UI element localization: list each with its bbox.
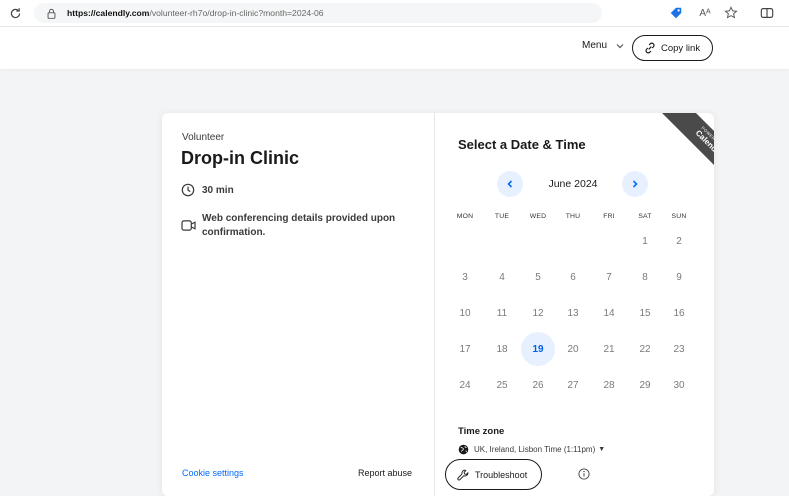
event-duration: 30 min: [181, 183, 234, 197]
calendar-day: 12: [532, 307, 544, 319]
calendar-day: 14: [603, 307, 615, 319]
calendar-day: 4: [499, 271, 505, 283]
chevron-left-icon: [507, 180, 513, 188]
event-details-panel: Volunteer Drop-in Clinic 30 min Web conf…: [162, 113, 435, 496]
menu-dropdown[interactable]: Menu: [582, 40, 625, 51]
troubleshoot-button[interactable]: Troubleshoot: [445, 459, 542, 490]
calendar-day: 24: [459, 379, 471, 391]
calendar-day: 9: [676, 271, 682, 283]
troubleshoot-label: Troubleshoot: [475, 469, 528, 480]
calendar-day: 30: [673, 379, 685, 391]
caret-down-icon: ▼: [598, 446, 606, 453]
weekday-header: THU: [565, 213, 581, 220]
calendar-day: 29: [639, 379, 651, 391]
video-camera-icon: [181, 220, 196, 231]
calendar-day: 21: [603, 343, 615, 355]
calendar-day: 22: [639, 343, 651, 355]
page-header: Menu Copy link: [0, 27, 789, 69]
url-path: /volunteer-rh7o/drop-in-clinic?month=202…: [149, 8, 324, 18]
calendar-day: 10: [459, 307, 471, 319]
duration-text: 30 min: [202, 184, 234, 196]
calendar-day: 20: [567, 343, 579, 355]
timezone-label: Time zone: [458, 426, 505, 437]
reload-icon[interactable]: [6, 4, 24, 22]
weekday-header: MON: [456, 213, 474, 220]
previous-month-button[interactable]: [497, 171, 523, 197]
report-abuse-link[interactable]: Report abuse: [358, 468, 412, 478]
chevron-right-icon: [632, 180, 638, 188]
tag-icon[interactable]: [668, 5, 684, 21]
info-icon[interactable]: [578, 468, 590, 480]
calendar-day: 18: [496, 343, 508, 355]
weekday-header: FRI: [603, 213, 615, 220]
copy-link-button[interactable]: Copy link: [632, 35, 713, 61]
badge-band: POWERED BY Calendly: [654, 113, 714, 191]
calendar-day: 17: [459, 343, 471, 355]
calendar-day: 1: [642, 235, 648, 247]
calendar-day-available[interactable]: 19: [521, 332, 555, 366]
split-screen-icon[interactable]: [759, 5, 775, 21]
url-text: https://calendly.com/volunteer-rh7o/drop…: [67, 8, 324, 18]
badge-brand: Calendly: [693, 128, 714, 159]
globe-icon: [458, 444, 469, 455]
menu-label: Menu: [582, 40, 608, 51]
timezone-selector[interactable]: UK, Ireland, Lisbon Time (1:11pm) ▼: [458, 444, 605, 455]
copy-link-label: Copy link: [661, 42, 701, 54]
calendar-day: 25: [496, 379, 508, 391]
scheduler-title: Select a Date & Time: [458, 137, 586, 152]
calendar-day: 15: [639, 307, 651, 319]
calendar-day: 28: [603, 379, 615, 391]
calendar-day: 7: [606, 271, 612, 283]
event-title: Drop-in Clinic: [181, 148, 299, 168]
calendar-day: 27: [567, 379, 579, 391]
event-host: Volunteer: [182, 132, 225, 143]
calendar-day: 6: [570, 271, 576, 283]
calendar-day: 26: [532, 379, 544, 391]
weekday-header: SAT: [638, 213, 652, 220]
read-aloud-icon[interactable]: Aᴬ: [697, 5, 713, 21]
calendar-day: 16: [673, 307, 685, 319]
calendar-day: 2: [676, 235, 682, 247]
next-month-button[interactable]: [622, 171, 648, 197]
weekday-header: TUE: [494, 213, 510, 220]
chevron-down-icon: [616, 43, 624, 48]
calendar-day: 13: [567, 307, 579, 319]
troubleshoot-area: Troubleshoot: [435, 459, 595, 496]
calendar-day: 3: [462, 271, 468, 283]
calendar-day: 11: [496, 307, 508, 319]
star-icon[interactable]: [723, 5, 739, 21]
link-icon: [645, 42, 655, 54]
timezone-value: UK, Ireland, Lisbon Time (1:11pm): [474, 445, 596, 454]
browser-toolbar: https://calendly.com/volunteer-rh7o/drop…: [0, 0, 789, 27]
conferencing-text: Web conferencing details provided upon c…: [202, 213, 396, 238]
weekday-header: WED: [529, 213, 547, 220]
powered-by-badge[interactable]: POWERED BY Calendly: [652, 113, 714, 191]
url-domain: https://calendly.com: [67, 8, 150, 18]
calendar-day: 8: [642, 271, 648, 283]
calendar-day: 5: [535, 271, 541, 283]
lock-icon[interactable]: [41, 3, 61, 23]
booking-card: Volunteer Drop-in Clinic 30 min Web conf…: [162, 113, 714, 496]
weekday-header: SUN: [671, 213, 687, 220]
conferencing-info: Web conferencing details provided upon c…: [181, 212, 411, 240]
wrench-icon: [457, 469, 469, 481]
address-bar[interactable]: https://calendly.com/volunteer-rh7o/drop…: [34, 3, 602, 23]
clock-icon: [181, 183, 195, 197]
calendar-day: 23: [673, 343, 685, 355]
cookie-settings-link[interactable]: Cookie settings: [182, 468, 244, 478]
month-label: June 2024: [548, 178, 598, 190]
